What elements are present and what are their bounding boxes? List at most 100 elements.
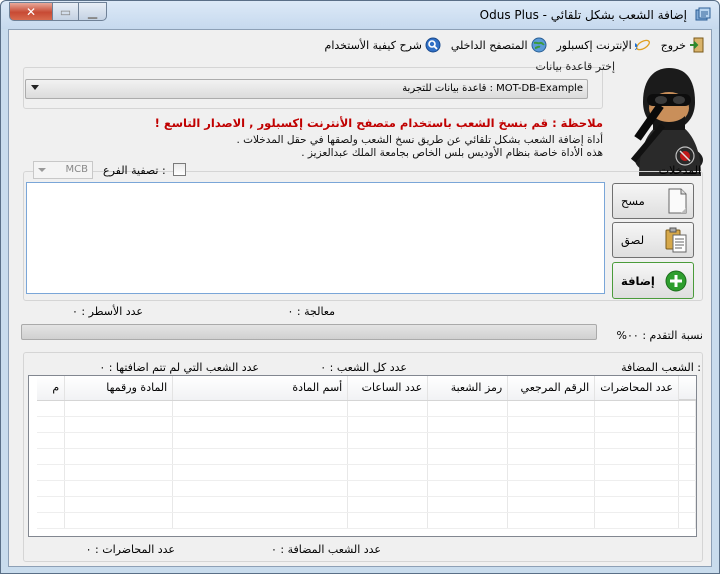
branch-value: MCB — [65, 164, 88, 175]
table-cell — [427, 512, 509, 529]
description-line: أداة إضافة الشعب بشكل تلقائي عن طريق نسخ… — [236, 134, 603, 146]
table-cell — [507, 448, 596, 465]
paste-button[interactable]: لصق — [612, 222, 694, 258]
internal-browser-label: المتصفح الداخلي — [450, 38, 528, 52]
table-cell — [594, 480, 679, 497]
exit-icon — [690, 37, 704, 53]
table-cell — [347, 496, 429, 513]
table-cell — [347, 448, 429, 465]
table-cell — [64, 400, 174, 417]
table-cell — [507, 400, 596, 417]
table-cell — [36, 416, 66, 433]
table-cell — [678, 464, 696, 481]
window-controls: ✕ ▭ ▁ — [9, 2, 107, 21]
clear-button[interactable]: مسح — [612, 183, 694, 219]
branch-filter-checkbox[interactable] — [173, 163, 186, 176]
help-icon — [425, 37, 441, 53]
internet-explorer-menu[interactable]: e الإنترنت إكسبلور — [557, 37, 651, 53]
table-cell — [678, 432, 696, 449]
table-cell — [507, 432, 596, 449]
table-cell — [347, 480, 429, 497]
input-textarea[interactable] — [26, 182, 605, 294]
title-bar[interactable]: ✕ ▭ ▁ إضافة الشعب بشكل تلقائي - Odus Plu… — [1, 1, 719, 29]
note-text: ملاحظة : قم بنسخ الشعب باستخدام متصفح ال… — [154, 116, 603, 130]
table-cell — [36, 448, 66, 465]
database-select[interactable]: MOT-DB-Example : قاعدة بيانات للتجربة — [25, 79, 588, 99]
column-header[interactable]: أسم المادة — [172, 376, 349, 401]
table-cell — [678, 400, 696, 417]
table-cell — [347, 416, 429, 433]
table-cell — [347, 400, 429, 417]
minimize-button[interactable]: ▁ — [79, 2, 107, 21]
branch-select[interactable]: MCB — [33, 161, 93, 179]
paste-icon — [665, 227, 687, 253]
table-cell — [36, 464, 66, 481]
lectures-count: عدد المحاضرات : ٠ — [85, 543, 175, 556]
table-cell — [678, 416, 696, 433]
table-cell — [64, 512, 174, 529]
lines-count: عدد الأسطر : ٠ — [72, 305, 143, 318]
column-header[interactable]: عدد المحاضرات — [594, 376, 679, 401]
grid-corner — [679, 376, 696, 400]
column-header[interactable]: المادة ورقمها — [64, 376, 174, 401]
column-header[interactable]: م — [36, 376, 66, 401]
database-legend: إختر قاعدة بيانات — [535, 60, 615, 73]
window-title: إضافة الشعب بشكل تلقائي - Odus Plus — [479, 8, 687, 22]
description-line: هذه الأداة خاصة بنظام الأوديس بلس الخاص … — [301, 147, 603, 159]
database-selected: MOT-DB-Example : قاعدة بيانات للتجربة — [402, 83, 583, 94]
table-cell — [172, 448, 349, 465]
table-cell — [427, 448, 509, 465]
close-button[interactable]: ✕ — [9, 2, 53, 21]
table-cell — [427, 400, 509, 417]
paste-label: لصق — [621, 233, 645, 247]
table-cell — [64, 496, 174, 513]
table-cell — [64, 432, 174, 449]
ie-icon: e — [635, 39, 650, 53]
table-cell — [507, 464, 596, 481]
table-cell — [678, 496, 696, 513]
table-cell — [172, 480, 349, 497]
app-icon — [695, 7, 711, 21]
column-header[interactable]: الرقم المرجعي — [507, 376, 596, 401]
sections-grid[interactable]: عدد المحاضرات الرقم المرجعي رمز الشعبة عدد … — [28, 375, 697, 537]
toolbar: شرح كيفية الأستخدام المتصفح الداخلي e ال… — [325, 34, 705, 56]
exit-label: خروج — [660, 38, 686, 52]
table-cell — [427, 464, 509, 481]
progress-bar — [21, 324, 597, 340]
exit-menu[interactable]: خروج — [661, 37, 705, 53]
total-sections-count: عدد كل الشعب : ٠ — [320, 361, 407, 374]
column-header[interactable]: عدد الساعات — [347, 376, 429, 401]
clear-label: مسح — [621, 194, 645, 208]
table-cell — [64, 416, 174, 433]
internet-explorer-label: الإنترنت إكسبلور — [556, 38, 632, 52]
table-cell — [36, 496, 66, 513]
table-cell — [36, 432, 66, 449]
table-cell — [594, 432, 679, 449]
table-cell — [347, 432, 429, 449]
eraser-icon — [668, 188, 687, 214]
table-cell — [347, 512, 429, 529]
table-row — [36, 480, 696, 497]
table-cell — [678, 448, 696, 465]
table-cell — [678, 512, 696, 529]
client-area: شرح كيفية الأستخدام المتصفح الداخلي e ال… — [8, 29, 712, 567]
minimize-icon: ▁ — [87, 4, 98, 19]
branch-filter-label: تصفية الفرع : — [103, 164, 166, 177]
add-button[interactable]: إضافة — [612, 262, 694, 299]
column-header[interactable]: رمز الشعبة — [427, 376, 509, 401]
table-cell — [172, 496, 349, 513]
table-cell — [507, 416, 596, 433]
table-row — [36, 416, 696, 433]
table-cell — [427, 496, 509, 513]
close-icon: ✕ — [25, 4, 37, 19]
table-cell — [36, 400, 66, 417]
internal-browser-menu[interactable]: المتصفح الداخلي — [451, 37, 547, 53]
maximize-button[interactable]: ▭ — [53, 2, 79, 21]
table-cell — [172, 432, 349, 449]
table-row — [36, 400, 696, 417]
table-cell — [427, 416, 509, 433]
table-cell — [594, 464, 679, 481]
app-window: ✕ ▭ ▁ إضافة الشعب بشكل تلقائي - Odus Plu… — [0, 0, 720, 574]
help-menu[interactable]: شرح كيفية الأستخدام — [325, 37, 441, 53]
chevron-down-icon — [38, 168, 46, 172]
